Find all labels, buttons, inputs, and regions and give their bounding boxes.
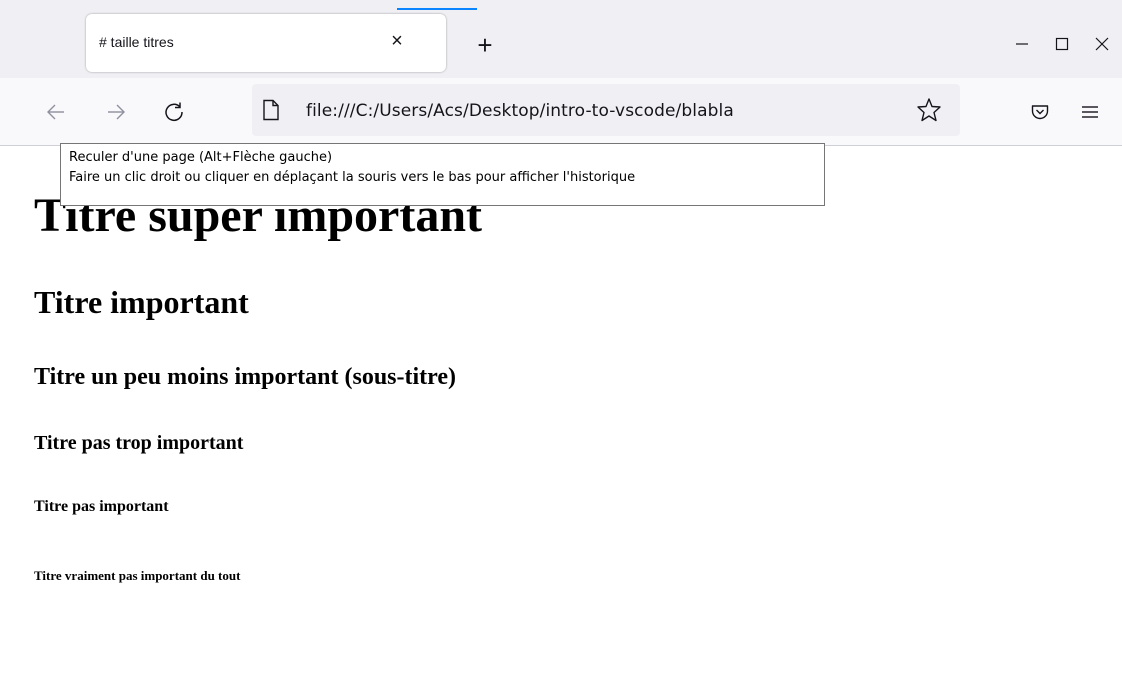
close-window-button[interactable] <box>1082 24 1122 64</box>
tooltip-line-1: Reculer d'une page (Alt+Flèche gauche) <box>69 150 333 165</box>
browser-window: # taille titres × + file:///C:/Users/Acs… <box>0 0 1122 697</box>
forward-arrow-icon <box>108 104 125 120</box>
heading-2: Titre important <box>34 284 249 320</box>
back-button-tooltip: Reculer d'une page (Alt+Flèche gauche) F… <box>60 143 825 206</box>
close-icon <box>1095 37 1109 51</box>
tab-title: # taille titres <box>99 34 174 50</box>
maximize-button[interactable] <box>1042 24 1082 64</box>
new-tab-button[interactable]: + <box>470 30 500 60</box>
pocket-icon <box>1031 105 1049 120</box>
back-button[interactable] <box>40 96 72 128</box>
tab-active[interactable]: # taille titres × <box>86 14 446 72</box>
forward-button[interactable] <box>100 96 132 128</box>
tooltip-line-2: Faire un clic droit ou cliquer en déplaç… <box>69 170 636 185</box>
url-text[interactable]: file:///C:/Users/Acs/Desktop/intro-to-vs… <box>306 101 734 121</box>
maximize-icon <box>1055 37 1069 51</box>
tab-close-button[interactable]: × <box>382 26 412 56</box>
page-icon <box>263 99 279 121</box>
navigation-toolbar: file:///C:/Users/Acs/Desktop/intro-to-vs… <box>0 78 1122 146</box>
heading-5: Titre pas important <box>34 498 169 515</box>
tab-strip: # taille titres × + <box>0 0 1122 78</box>
reload-button[interactable] <box>158 96 190 128</box>
hamburger-menu-icon <box>1082 106 1098 118</box>
heading-4: Titre pas trop important <box>34 432 244 454</box>
url-bar[interactable]: file:///C:/Users/Acs/Desktop/intro-to-vs… <box>252 84 960 136</box>
page-content: Titre super important Titre important Ti… <box>0 146 1122 697</box>
reload-icon <box>165 102 183 121</box>
minimize-button[interactable] <box>1002 24 1042 64</box>
star-icon[interactable] <box>916 97 942 123</box>
heading-3: Titre un peu moins important (sous-titre… <box>34 364 457 390</box>
tab-accent-line <box>397 8 477 10</box>
app-menu-button[interactable] <box>1074 96 1106 128</box>
heading-6: Titre vraiment pas important du tout <box>34 568 241 583</box>
minimize-icon <box>1016 43 1028 45</box>
back-arrow-icon <box>47 104 64 120</box>
pocket-button[interactable] <box>1024 96 1056 128</box>
